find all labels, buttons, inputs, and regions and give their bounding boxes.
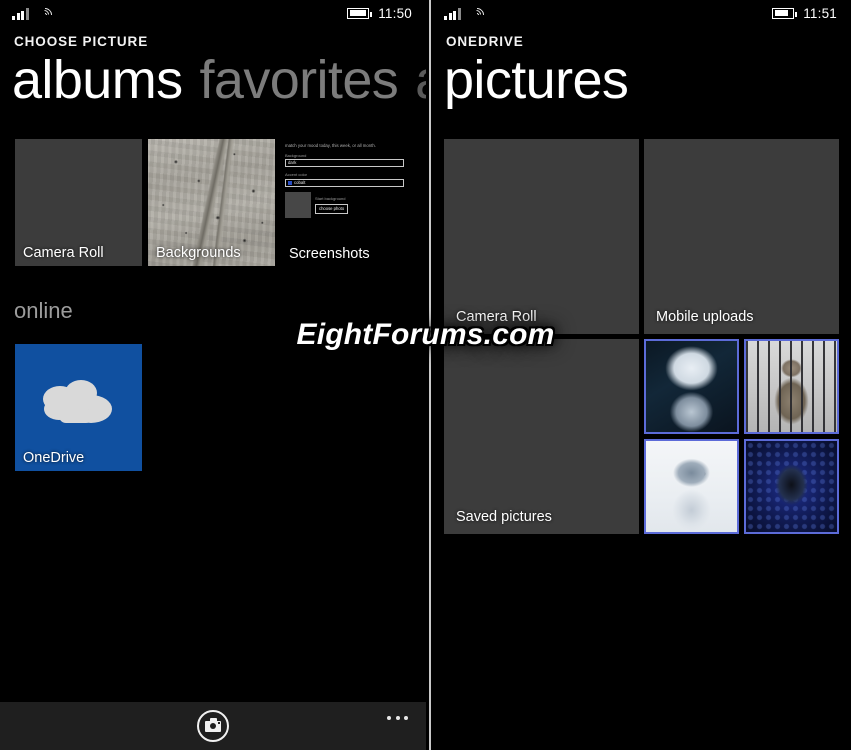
accent-color-swatch — [288, 180, 292, 185]
folder-tile-saved-pictures[interactable]: Saved pictures — [444, 339, 639, 534]
screenshot-root: 11:50 CHOOSE PICTURE albums favorites al… — [0, 0, 851, 750]
preview-subtitle: match your mood today, this week, or all… — [285, 143, 376, 148]
preview-choose-photo-button: choose photo — [315, 203, 349, 215]
status-clock: 11:50 — [378, 5, 412, 21]
pivot-header: albums favorites all — [12, 52, 426, 109]
tab-favorites[interactable]: favorites — [199, 52, 398, 109]
panel-divider — [429, 0, 431, 750]
tile-label: Backgrounds — [156, 245, 241, 261]
preview-background-value: dark — [288, 160, 297, 166]
page-title: pictures — [444, 50, 629, 110]
preview-start-background-label: Start background — [315, 195, 346, 201]
tile-label: Camera Roll — [456, 309, 537, 325]
left-phone-panel: 11:50 CHOOSE PICTURE albums favorites al… — [0, 0, 426, 750]
camera-icon[interactable] — [197, 710, 229, 742]
photo-thumbnail-alien-white-xray[interactable] — [644, 439, 739, 534]
left-status-bar: 11:50 — [0, 0, 426, 26]
alien-bars-image — [746, 341, 837, 432]
alien-xray-image — [646, 441, 737, 532]
album-tile-camera-roll[interactable]: Camera Roll — [15, 139, 142, 266]
ellipsis-icon[interactable] — [387, 716, 408, 720]
folder-tile-camera-roll[interactable]: Camera Roll — [444, 139, 639, 334]
right-phone-panel: 11:51 ONEDRIVE pictures Camera Roll Mobi… — [432, 0, 851, 750]
alien-portrait-image — [646, 341, 737, 432]
signal-bars-icon — [12, 7, 29, 20]
photo-thumbnail-alienware-head-blue[interactable] — [744, 439, 839, 534]
cloud-icon — [42, 380, 112, 424]
tile-label: Screenshots — [289, 246, 370, 262]
album-tile-backgrounds[interactable]: Backgrounds — [148, 139, 275, 266]
tab-all[interactable]: all — [415, 52, 426, 109]
wifi-icon — [34, 4, 55, 25]
status-clock: 11:51 — [803, 5, 837, 21]
preview-background-select: dark — [285, 159, 404, 168]
battery-icon — [772, 7, 798, 19]
tile-label: OneDrive — [23, 450, 85, 466]
photo-thumbnail-alien-portrait-blue[interactable] — [644, 339, 739, 434]
tile-label: Camera Roll — [23, 245, 104, 261]
album-tile-onedrive[interactable]: OneDrive — [15, 344, 142, 471]
tab-albums[interactable]: albums — [12, 52, 183, 109]
folder-tile-mobile-uploads[interactable]: Mobile uploads — [644, 139, 839, 334]
right-status-bar: 11:51 — [432, 0, 851, 26]
wifi-icon — [466, 4, 487, 25]
preview-accent-select: cobalt — [285, 178, 404, 187]
tile-label: Saved pictures — [456, 509, 552, 525]
tile-label: Mobile uploads — [656, 309, 754, 325]
photo-thumbnail-alien-behind-bars[interactable] — [744, 339, 839, 434]
preview-start-background-thumb — [285, 191, 311, 218]
app-title: ONEDRIVE — [446, 34, 524, 49]
alienware-head-image — [746, 441, 837, 532]
signal-bars-icon — [444, 7, 461, 20]
album-tile-screenshots[interactable]: match your mood today, this week, or all… — [281, 139, 408, 266]
section-header-online: online — [14, 298, 73, 323]
battery-icon — [347, 7, 373, 19]
preview-accent-label: Accent color — [285, 172, 308, 178]
app-bar — [0, 702, 426, 750]
preview-background-label: Background — [285, 152, 307, 158]
app-title: CHOOSE PICTURE — [14, 34, 149, 49]
preview-accent-value: cobalt — [294, 179, 306, 185]
